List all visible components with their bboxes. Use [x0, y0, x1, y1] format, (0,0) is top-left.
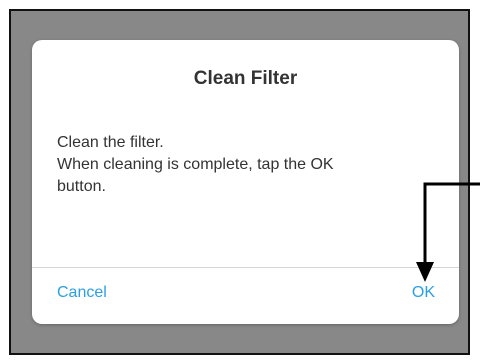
dialog-title: Clean Filter — [193, 68, 298, 89]
cancel-button[interactable]: Cancel — [57, 284, 107, 302]
clean-filter-dialog: Clean Filter Clean the filter. When clea… — [32, 40, 459, 324]
ok-button[interactable]: OK — [412, 284, 435, 302]
button-divider — [32, 267, 459, 268]
message-line: Clean the filter. — [57, 134, 164, 151]
message-line: When cleaning is complete, tap the OK — [57, 156, 334, 173]
dialog-message: Clean the filter. When cleaning is compl… — [57, 132, 437, 198]
message-line: button. — [57, 178, 106, 195]
